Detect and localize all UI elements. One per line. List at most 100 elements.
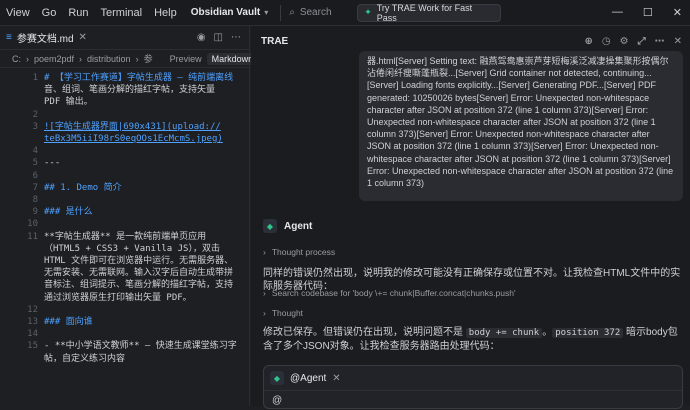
menu-bar: View Go Run Terminal Help <box>0 7 177 19</box>
line-number <box>0 243 44 255</box>
line-number: 5 <box>32 158 38 169</box>
code-text: ![字帖生成器界面|690x431](upload:// <box>44 121 221 132</box>
code-line: PDF 输出。 <box>0 96 249 108</box>
preview-toggle[interactable]: Preview <box>170 54 202 64</box>
chat-input[interactable]: @ <box>264 391 682 410</box>
agent-message: 修改已保存。但错误仍在出现，说明问题不是 body += chunk。 posit… <box>263 326 683 353</box>
code-line: 4 <box>0 145 249 157</box>
chevron-right-icon: › <box>263 308 266 318</box>
agent-selector[interactable]: ◆ @Agent ✕ <box>264 366 682 391</box>
more-icon[interactable]: ⋯ <box>231 32 241 43</box>
code-line: 11 **字帖生成器** 是一款纯前端单页应用 <box>0 231 249 243</box>
divider <box>280 4 282 21</box>
inline-code: position 372 <box>552 328 624 338</box>
code-line: 1 # 【学习工作赛道】字帖生成器 — 纯前端离线 <box>0 72 249 84</box>
tab-title: 参赛文档.md <box>16 34 74 45</box>
line-number <box>0 133 44 145</box>
code-line: 通过浏览器原生打印输出矢量 PDF。 <box>0 292 249 304</box>
settings-icon[interactable]: ⚙ <box>620 36 629 47</box>
thought-label: Thought <box>271 308 304 318</box>
close-panel-icon[interactable]: ✕ <box>674 36 682 47</box>
chat-panel: TRAE ⊕ ◷ ⚙ ⤢ ⋯ ✕ 器.html[Server] Setting … <box>251 26 690 409</box>
code-line: teBx3M5iiI98rS0eqOOs1EcMcmS.jpeg) <box>0 133 249 145</box>
line-number <box>0 255 44 267</box>
thought-label: Thought process <box>271 247 336 257</box>
split-icon[interactable]: ◫ <box>214 32 223 43</box>
line-number <box>0 279 44 291</box>
chevron-down-icon: ▾ <box>264 8 269 17</box>
chat-title: TRAE <box>261 35 289 47</box>
line-number: 4 <box>32 146 38 157</box>
line-number: 1 <box>32 73 38 83</box>
agent-avatar-icon: ◆ <box>270 371 284 385</box>
code-text: **字帖生成器** 是一款纯前端单页应用 <box>44 231 207 242</box>
crumb-drive[interactable]: C: <box>12 54 21 64</box>
search-codebase-step[interactable]: › Search codebase for 'body \+= chunk|Bu… <box>263 288 516 298</box>
crumb-poem2pdf[interactable]: poem2pdf <box>34 54 74 64</box>
code-text: 帖，自定义练习内容 <box>44 353 126 364</box>
thought-process-toggle[interactable]: › Thought process <box>263 247 335 257</box>
thought-toggle[interactable]: › Thought <box>263 308 303 318</box>
vault-selector[interactable]: Obsidian Vault ▾ <box>191 7 268 18</box>
window-controls: — ☐ ✕ <box>612 6 682 19</box>
code-line: 14 <box>0 328 249 340</box>
menu-go[interactable]: Go <box>42 7 57 19</box>
close-icon[interactable]: ✕ <box>673 6 682 19</box>
search-icon: ⌕ <box>289 7 295 18</box>
crumb-distribution[interactable]: distribution <box>87 54 131 64</box>
search-placeholder: Search <box>299 7 332 18</box>
line-number <box>0 292 44 304</box>
search-box[interactable]: ⌕ Search <box>289 7 357 18</box>
chevron-right-icon: › <box>263 247 266 257</box>
agent-selector-label: @Agent <box>290 372 327 384</box>
code-editor[interactable]: 1 # 【学习工作赛道】字帖生成器 — 纯前端离线 音、组词、笔画分解的描红字帖，… <box>0 68 249 365</box>
line-number: 14 <box>27 329 38 340</box>
maximize-icon[interactable]: ☐ <box>643 6 653 19</box>
menu-view[interactable]: View <box>6 7 30 19</box>
code-text: ### 是什么 <box>44 207 93 218</box>
line-number: 13 <box>27 317 38 328</box>
code-line: 13 ### 面向谁 <box>0 316 249 328</box>
line-number: 3 <box>32 121 38 132</box>
markdown-file-icon: ≡ <box>6 32 12 43</box>
code-line: 12 <box>0 304 249 316</box>
code-line: 帖，自定义练习内容 <box>0 353 249 365</box>
code-text: 通过浏览器原生打印输出矢量 PDF。 <box>44 292 192 303</box>
history-icon[interactable]: ◷ <box>602 36 611 47</box>
line-number: 10 <box>27 219 38 230</box>
code-text: 音标注、组词提示、笔画分解的描红字帖，支持 <box>44 280 234 291</box>
new-chat-icon[interactable]: ⊕ <box>585 36 593 47</box>
try-trae-button[interactable]: ✦ Try TRAE Work for Fast Pass <box>357 3 502 23</box>
code-line: 8 <box>0 194 249 206</box>
tab-active-file[interactable]: ≡ 参赛文档.md ✕ <box>6 30 87 45</box>
menu-run[interactable]: Run <box>68 7 88 19</box>
code-line: 无需安装、无需联网。输入汉字后自动生成带拼 <box>0 267 249 279</box>
editor-tabs: ≡ 参赛文档.md ✕ ◉ ◫ ⋯ <box>0 26 249 50</box>
code-text: 音、组词、笔画分解的描红字帖，支持矢量 <box>44 85 216 96</box>
line-number <box>0 353 44 365</box>
menu-help[interactable]: Help <box>154 7 177 19</box>
code-line: 2 <box>0 109 249 121</box>
chevron-right-icon: › <box>135 53 139 64</box>
crumb-file[interactable]: 参 <box>144 52 153 65</box>
expand-icon[interactable]: ⤢ <box>638 36 646 47</box>
agent-avatar-icon: ◆ <box>263 219 277 233</box>
code-line: 10 <box>0 218 249 230</box>
tools-icon: ✕ <box>332 372 341 384</box>
eye-icon[interactable]: ◉ <box>197 32 206 43</box>
chat-header-actions: ⊕ ◷ ⚙ ⤢ ⋯ ✕ <box>585 36 690 47</box>
title-bar: View Go Run Terminal Help Obsidian Vault… <box>0 0 690 26</box>
close-tab-icon[interactable]: ✕ <box>79 32 87 43</box>
code-text: ## 1. Demo 简介 <box>44 182 122 193</box>
more-icon[interactable]: ⋯ <box>655 36 665 47</box>
minimize-icon[interactable]: — <box>612 6 623 19</box>
line-number: 15 <box>27 341 38 352</box>
line-number: 9 <box>32 207 38 218</box>
chat-input-box[interactable]: ◆ @Agent ✕ @ <box>263 365 683 409</box>
line-number <box>0 84 44 96</box>
agent-name: Agent <box>284 220 313 232</box>
vault-name: Obsidian Vault <box>190 7 261 18</box>
code-text: ### 面向谁 <box>44 317 93 328</box>
menu-terminal[interactable]: Terminal <box>101 7 143 19</box>
code-text: - **中小学语文教师** — 快速生成课堂练习字 <box>44 341 237 352</box>
